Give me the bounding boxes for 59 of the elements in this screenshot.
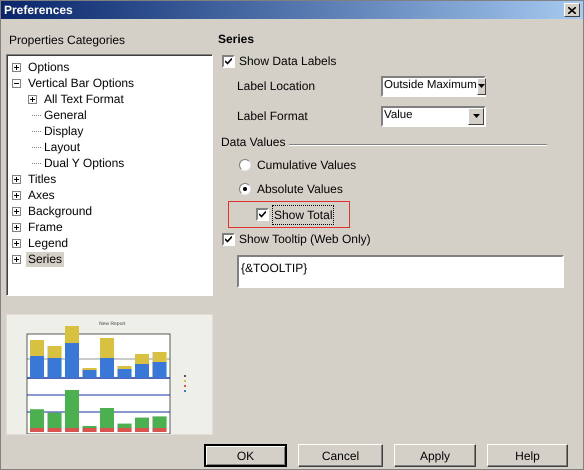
expand-icon[interactable]: [12, 206, 21, 216]
checkmark-icon: [225, 236, 232, 242]
bar: [135, 364, 149, 378]
expand-icon[interactable]: [12, 238, 21, 248]
tree-item[interactable]: All Text Format: [42, 92, 126, 106]
expand-icon[interactable]: [12, 190, 21, 200]
tree-item[interactable]: Titles: [26, 172, 58, 186]
expand-icon[interactable]: [12, 222, 21, 232]
window-title: Preferences: [4, 2, 73, 19]
dialog-button[interactable]: Apply: [394, 444, 476, 467]
tree-item[interactable]: Frame: [26, 220, 65, 234]
checkbox[interactable]: [222, 232, 235, 246]
tree-item[interactable]: Axes: [26, 188, 57, 202]
field-label: Label Format: [237, 108, 309, 125]
field-label: Label Location: [237, 78, 316, 95]
group-label: Data Values: [221, 134, 286, 151]
dialog-button[interactable]: OK: [204, 444, 287, 467]
tree-item[interactable]: Options: [26, 60, 72, 74]
section-heading: Series: [218, 31, 256, 46]
bar: [100, 338, 114, 358]
tree-item[interactable]: Vertical Bar Options: [26, 76, 136, 90]
checkbox-label: Show Tooltip (Web Only): [239, 231, 371, 248]
tree-item[interactable]: General: [42, 108, 89, 122]
section-heading: Properties Categories: [9, 32, 126, 47]
checkbox-label: Show Total: [273, 206, 334, 224]
radio-button[interactable]: [239, 159, 251, 171]
tree-item[interactable]: Background: [26, 204, 94, 218]
dropdown-arrow-icon: [478, 84, 485, 88]
dropdown-arrow-icon: [472, 114, 480, 118]
category-tree[interactable]: Options Vertical Bar Options All Text Format General Display Layout Dual Y Options Titles Axes Background Frame Legend Series: [6, 54, 213, 296]
checkmark-icon: [259, 211, 266, 218]
radio-button[interactable]: [239, 183, 251, 195]
dialog-button[interactable]: Help: [487, 444, 568, 467]
radio-label: Absolute Values: [257, 181, 343, 198]
bar: [100, 358, 114, 378]
dialog-button[interactable]: Cancel: [298, 444, 383, 467]
tree-item[interactable]: Series: [26, 252, 64, 266]
expand-icon[interactable]: [28, 94, 37, 104]
tree-item[interactable]: Dual Y Options: [42, 156, 126, 170]
dropdown[interactable]: Outside Maximum: [381, 76, 486, 96]
close-icon: [568, 6, 576, 14]
bar: [30, 356, 44, 378]
tooltip-field[interactable]: {&TOOLTIP}: [237, 255, 564, 288]
checkmark-icon: [225, 58, 232, 64]
checkbox-label: Show Data Labels: [239, 53, 336, 70]
radio-label: Cumulative Values: [257, 157, 356, 174]
dropdown[interactable]: Value: [381, 106, 486, 126]
expand-icon[interactable]: [12, 62, 21, 72]
close-button[interactable]: [564, 3, 580, 17]
expand-icon[interactable]: [12, 174, 21, 184]
tree-item[interactable]: Legend: [26, 236, 70, 250]
collapse-icon[interactable]: [12, 78, 21, 88]
checkbox[interactable]: [222, 54, 235, 68]
tree-item[interactable]: Display: [42, 124, 86, 138]
tree-item[interactable]: Layout: [42, 140, 82, 154]
checkbox[interactable]: [256, 208, 269, 221]
expand-icon[interactable]: [12, 254, 21, 264]
bar: [30, 340, 44, 356]
bar: [135, 354, 149, 364]
